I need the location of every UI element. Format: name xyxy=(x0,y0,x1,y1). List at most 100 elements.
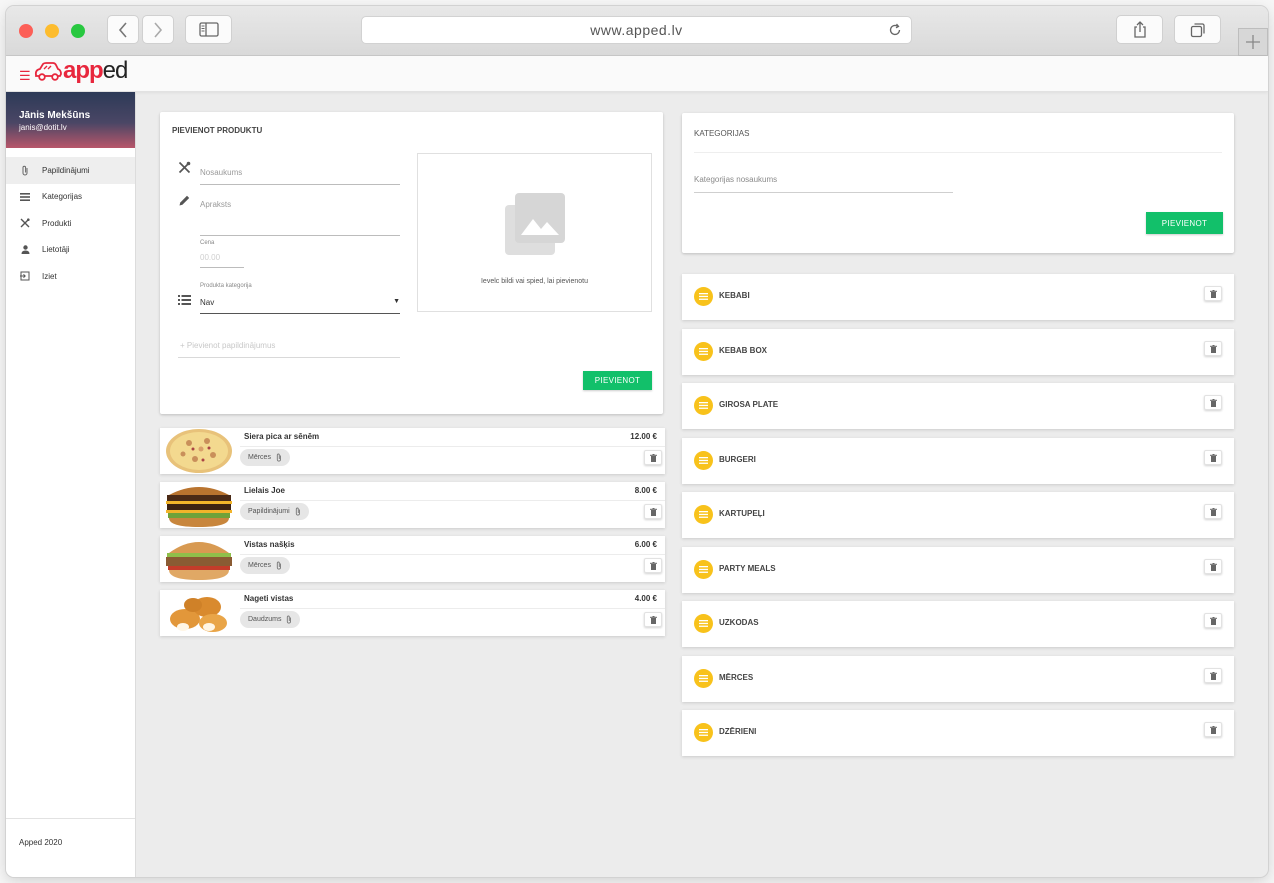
image-dropzone[interactable]: Ievelc bildi vai spied, lai pievienotu xyxy=(417,153,652,312)
new-tab-button[interactable] xyxy=(1238,28,1268,56)
product-addon-chip[interactable]: Mērces xyxy=(240,557,290,574)
sidebar-item-label: Kategorijas xyxy=(42,192,83,202)
trash-icon xyxy=(1209,725,1217,734)
trash-icon xyxy=(1209,289,1217,298)
category-list-icon xyxy=(694,505,713,524)
category-list-icon xyxy=(694,287,713,306)
categories-card: KATEGORIJAS Kategorijas nosaukums PIEVIE… xyxy=(682,113,1234,253)
delete-product-button[interactable] xyxy=(644,450,662,465)
category-list-icon xyxy=(694,342,713,361)
delete-product-button[interactable] xyxy=(644,612,662,627)
category-row[interactable]: MĒRCES xyxy=(682,656,1234,702)
product-addon-chip[interactable]: Papildinājumi xyxy=(240,503,309,520)
product-description-input[interactable]: Apraksts xyxy=(200,198,400,236)
category-row[interactable]: KEBAB BOX xyxy=(682,329,1234,375)
close-window-button[interactable] xyxy=(19,24,33,38)
forward-button[interactable] xyxy=(142,15,174,44)
product-name: Siera pica ar sēnēm xyxy=(244,432,320,441)
divider xyxy=(694,152,1222,153)
category-name: KEBAB BOX xyxy=(719,346,768,355)
maximize-window-button[interactable] xyxy=(71,24,85,38)
utensils-icon xyxy=(20,218,30,228)
delete-category-button[interactable] xyxy=(1204,286,1222,301)
product-addon-chip[interactable]: Daudzums xyxy=(240,611,301,628)
category-row[interactable]: PARTY MEALS xyxy=(682,547,1234,593)
paperclip-icon xyxy=(295,507,300,516)
category-name: MĒRCES xyxy=(719,673,754,682)
trash-icon xyxy=(649,507,657,516)
delete-category-button[interactable] xyxy=(1204,341,1222,356)
person-icon xyxy=(20,245,30,255)
sidebar-toggle-button[interactable] xyxy=(185,15,232,44)
dropdown-arrow-icon: ▼ xyxy=(393,298,400,305)
back-button[interactable] xyxy=(107,15,139,44)
share-button[interactable] xyxy=(1116,15,1163,44)
product-row[interactable]: Lielais Joe 8.00 € Papildinājumi xyxy=(160,482,665,528)
delete-category-button[interactable] xyxy=(1204,722,1222,737)
delete-product-button[interactable] xyxy=(644,558,662,573)
sidebar-item-kategorijas[interactable]: Kategorijas xyxy=(6,184,135,211)
delete-category-button[interactable] xyxy=(1204,668,1222,683)
product-price: 6.00 € xyxy=(634,540,657,549)
sidebar-item-produkti[interactable]: Produkti xyxy=(6,210,135,237)
sidebar-item-iziet[interactable]: Iziet xyxy=(6,263,135,290)
category-row[interactable]: KARTUPEĻI xyxy=(682,492,1234,538)
categories-title: KATEGORIJAS xyxy=(694,129,750,138)
add-product-button[interactable]: PIEVIENOT xyxy=(583,371,652,390)
paperclip-icon xyxy=(287,615,292,624)
price-input[interactable]: 00.00 xyxy=(200,250,244,268)
category-row[interactable]: BURGERI xyxy=(682,438,1234,484)
add-addon-input[interactable]: + Pievienot papildinājumus xyxy=(178,338,400,358)
sidebar-item-lietotaji[interactable]: Lietotāji xyxy=(6,237,135,264)
category-name: UZKODAS xyxy=(719,618,759,627)
reload-icon[interactable] xyxy=(888,23,902,40)
divider xyxy=(240,446,665,447)
pencil-icon xyxy=(178,194,191,212)
category-row[interactable]: UZKODAS xyxy=(682,601,1234,647)
minimize-window-button[interactable] xyxy=(45,24,59,38)
category-row[interactable]: DZĒRIENI xyxy=(682,710,1234,756)
tabs-icon xyxy=(1190,22,1205,37)
price-label: Cena xyxy=(200,240,215,246)
tabs-button[interactable] xyxy=(1174,15,1221,44)
delete-category-button[interactable] xyxy=(1204,450,1222,465)
logo-text-ed: ed xyxy=(102,57,129,84)
category-name-input[interactable]: Kategorijas nosaukums xyxy=(694,173,953,193)
add-product-card: PIEVIENOT PRODUKTU Nosaukums Apraksts Ce… xyxy=(160,112,663,414)
product-name: Nageti vistas xyxy=(244,594,294,603)
product-price: 4.00 € xyxy=(634,594,657,603)
plus-icon xyxy=(1246,35,1260,49)
product-price: 8.00 € xyxy=(634,486,657,495)
delete-category-button[interactable] xyxy=(1204,504,1222,519)
add-category-button[interactable]: PIEVIENOT xyxy=(1146,212,1223,234)
divider xyxy=(240,500,665,501)
product-name-placeholder: Nosaukums xyxy=(200,168,243,177)
category-name: KARTUPEĻI xyxy=(719,509,765,518)
url-bar[interactable]: www.apped.lv xyxy=(361,16,912,44)
paperclip-icon xyxy=(276,453,281,462)
category-select[interactable]: Nav ▼ xyxy=(200,294,400,314)
menu-icon[interactable]: ☰ xyxy=(19,68,31,84)
add-product-title: PIEVIENOT PRODUKTU xyxy=(172,126,263,135)
delete-category-button[interactable] xyxy=(1204,559,1222,574)
category-list-icon xyxy=(694,669,713,688)
product-row[interactable]: Nageti vistas 4.00 € Daudzums xyxy=(160,590,665,636)
category-row[interactable]: KEBABI xyxy=(682,274,1234,320)
category-row[interactable]: GIROSA PLATE xyxy=(682,383,1234,429)
delete-product-button[interactable] xyxy=(644,504,662,519)
delete-category-button[interactable] xyxy=(1204,613,1222,628)
user-profile: Jānis Mekšūns janis@dotit.lv xyxy=(6,92,135,148)
product-row[interactable]: Siera pica ar sēnēm 12.00 € Mērces xyxy=(160,428,665,474)
sidebar-item-papildinajumi[interactable]: Papildinājumi xyxy=(6,157,135,184)
sidebar: Jānis Mekšūns janis@dotit.lv Papildināju… xyxy=(6,92,136,877)
browser-window: www.apped.lv ☰ apped Jānis Mekšūns janis… xyxy=(6,6,1268,877)
product-addon-chip[interactable]: Mērces xyxy=(240,449,290,466)
product-row[interactable]: Vistas našķis 6.00 € Mērces xyxy=(160,536,665,582)
paperclip-icon xyxy=(20,165,30,176)
product-name-input[interactable]: Nosaukums xyxy=(200,166,400,185)
delete-category-button[interactable] xyxy=(1204,395,1222,410)
trash-icon xyxy=(1209,398,1217,407)
apped-logo[interactable]: apped xyxy=(33,57,129,84)
price-placeholder: 00.00 xyxy=(200,253,221,262)
pizza-image xyxy=(166,429,232,473)
